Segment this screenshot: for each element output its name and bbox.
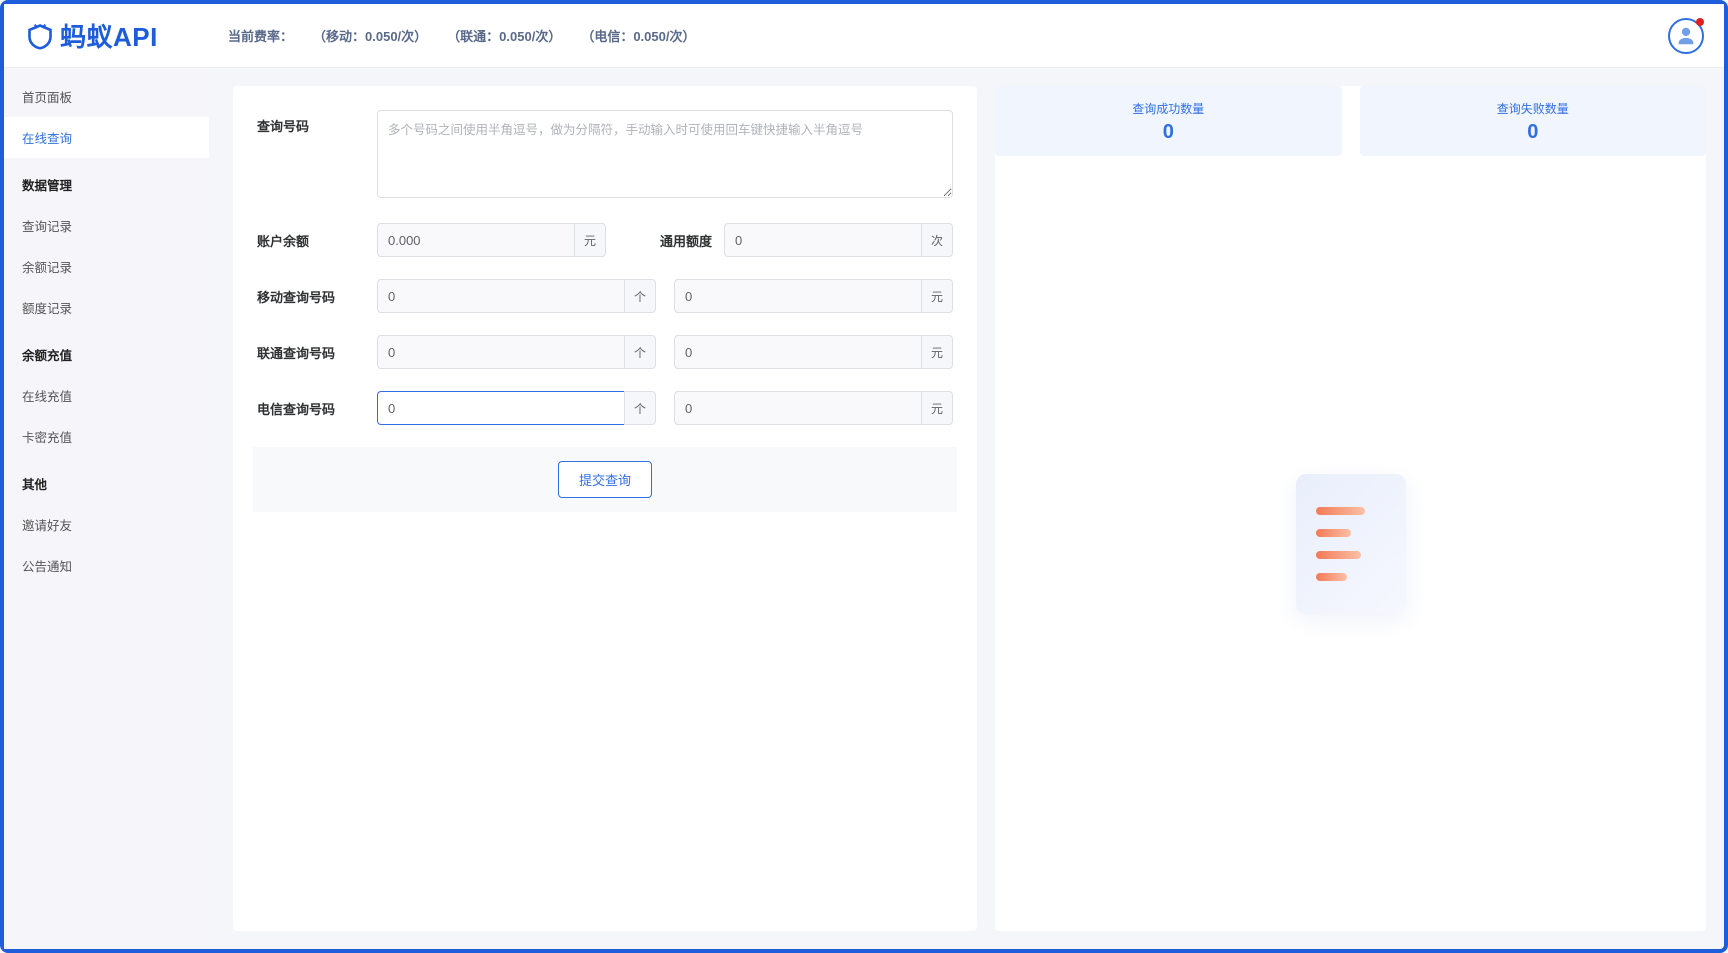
header: 蚂蚁API 当前费率： （移动：0.050/次） （联通：0.050/次） （电… <box>4 4 1724 68</box>
rate-bar: 当前费率： （移动：0.050/次） （联通：0.050/次） （电信：0.05… <box>208 26 695 45</box>
sidebar-item-label: 公告通知 <box>22 560 72 574</box>
sidebar-item-query-records[interactable]: 查询记录 <box>4 205 209 246</box>
unicom-count-input <box>377 335 624 369</box>
telecom-count-label: 电信查询号码 <box>257 399 377 418</box>
mobile-count-input <box>377 279 624 313</box>
sidebar-item-online-recharge[interactable]: 在线充值 <box>4 375 209 416</box>
balance-label: 账户余额 <box>257 231 377 250</box>
stat-fail-title: 查询失败数量 <box>1360 100 1707 117</box>
stat-fail-value: 0 <box>1360 121 1707 144</box>
stats-panel: 查询成功数量 0 查询失败数量 0 <box>995 86 1706 931</box>
sidebar-item-announcement[interactable]: 公告通知 <box>4 545 209 586</box>
stat-fail-card: 查询失败数量 0 <box>1360 86 1707 156</box>
sidebar-item-card-recharge[interactable]: 卡密充值 <box>4 416 209 457</box>
sidebar-item-label: 查询记录 <box>22 220 72 234</box>
quota-unit: 次 <box>921 223 953 257</box>
query-numbers-input[interactable] <box>377 110 953 198</box>
sidebar-item-invite[interactable]: 邀请好友 <box>4 504 209 545</box>
unicom-count-label: 联通查询号码 <box>257 343 377 362</box>
unicom-cost-input <box>674 335 921 369</box>
sidebar-group-label: 余额充值 <box>22 349 72 363</box>
sidebar-item-label: 余额记录 <box>22 261 72 275</box>
sidebar-item-dashboard[interactable]: 首页面板 <box>4 76 209 117</box>
rate-label: 当前费率： <box>228 26 293 45</box>
count-unit: 个 <box>624 279 656 313</box>
sidebar-group-label: 数据管理 <box>22 179 72 193</box>
logo-icon <box>26 22 54 50</box>
sidebar: 首页面板 在线查询 数据管理 查询记录 余额记录 额度记录 余额充值 在线充值 … <box>4 68 209 949</box>
empty-illustration <box>995 156 1706 931</box>
balance-unit: 元 <box>574 223 606 257</box>
logo[interactable]: 蚂蚁API <box>4 4 208 67</box>
sidebar-item-balance-records[interactable]: 余额记录 <box>4 246 209 287</box>
query-form-panel: 查询号码 账户余额 元 <box>233 86 977 931</box>
sidebar-group-recharge: 余额充值 <box>4 334 209 375</box>
quota-label: 通用额度 <box>624 231 724 250</box>
sidebar-item-label: 在线充值 <box>22 390 72 404</box>
cost-unit: 元 <box>921 279 953 313</box>
telecom-count-input <box>377 391 624 425</box>
stat-success-card: 查询成功数量 0 <box>995 86 1342 156</box>
stat-success-title: 查询成功数量 <box>995 100 1342 117</box>
user-avatar[interactable] <box>1668 18 1704 54</box>
rate-unicom: （联通：0.050/次） <box>447 26 561 45</box>
notification-dot <box>1696 18 1704 26</box>
count-unit: 个 <box>624 391 656 425</box>
sidebar-item-label: 在线查询 <box>22 132 72 146</box>
cost-unit: 元 <box>921 391 953 425</box>
cost-unit: 元 <box>921 335 953 369</box>
brand-name: 蚂蚁API <box>60 17 158 54</box>
submit-query-button[interactable]: 提交查询 <box>558 461 652 498</box>
balance-input <box>377 223 574 257</box>
sidebar-item-online-query[interactable]: 在线查询 <box>4 117 209 158</box>
count-unit: 个 <box>624 335 656 369</box>
quota-input <box>724 223 921 257</box>
sidebar-item-label: 卡密充值 <box>22 431 72 445</box>
rate-mobile: （移动：0.050/次） <box>313 26 427 45</box>
telecom-cost-input <box>674 391 921 425</box>
sidebar-group-label: 其他 <box>22 478 47 492</box>
sidebar-group-other: 其他 <box>4 463 209 504</box>
stat-success-value: 0 <box>995 121 1342 144</box>
sidebar-item-label: 额度记录 <box>22 302 72 316</box>
sidebar-item-label: 邀请好友 <box>22 519 72 533</box>
query-numbers-label: 查询号码 <box>257 110 377 135</box>
sidebar-item-label: 首页面板 <box>22 91 72 105</box>
sidebar-item-quota-records[interactable]: 额度记录 <box>4 287 209 328</box>
mobile-cost-input <box>674 279 921 313</box>
submit-row: 提交查询 <box>253 447 957 512</box>
user-icon <box>1675 25 1697 47</box>
rate-telecom: （电信：0.050/次） <box>581 26 695 45</box>
empty-list-icon <box>1296 474 1406 614</box>
mobile-count-label: 移动查询号码 <box>257 287 377 306</box>
sidebar-group-data: 数据管理 <box>4 164 209 205</box>
